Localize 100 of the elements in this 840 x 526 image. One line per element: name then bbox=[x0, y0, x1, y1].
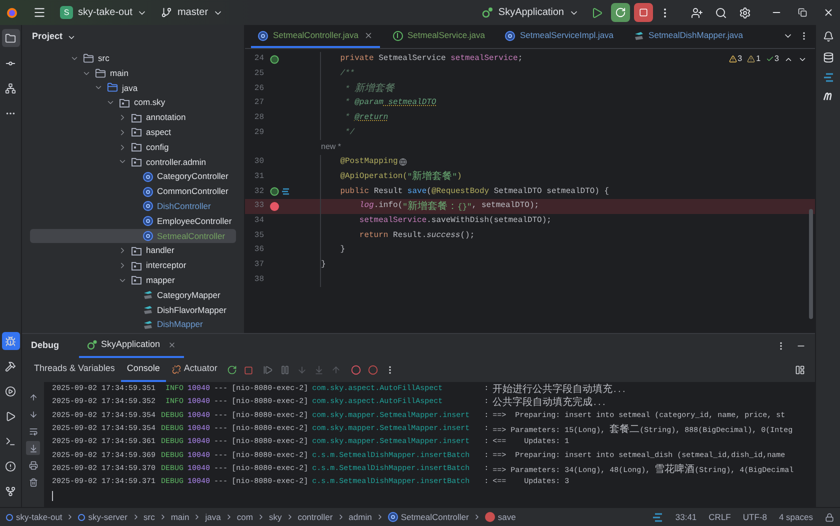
editor-tab[interactable]: SetmealDishMapper.java bbox=[626, 25, 750, 48]
menu-icon[interactable] bbox=[33, 6, 46, 19]
tree-item[interactable]: java bbox=[30, 80, 236, 96]
pause-icon[interactable] bbox=[280, 365, 290, 375]
tree-item[interactable]: DishFlavorMapper bbox=[30, 302, 236, 318]
restore-icon[interactable] bbox=[798, 8, 807, 17]
maven-icon[interactable] bbox=[822, 92, 834, 101]
breadcrumb[interactable]: com bbox=[236, 510, 253, 524]
branch-selector[interactable]: master bbox=[161, 5, 224, 20]
app-logo bbox=[6, 6, 18, 18]
indent-setting[interactable]: 4 spaces bbox=[778, 510, 813, 524]
add-user-icon[interactable] bbox=[691, 6, 703, 18]
stop-button[interactable] bbox=[634, 3, 653, 22]
inlay-hint[interactable]: new * bbox=[321, 141, 342, 154]
tree-item[interactable]: src bbox=[30, 51, 236, 66]
editor-tab[interactable]: SetmealService.java bbox=[386, 25, 492, 48]
rerun-icon[interactable] bbox=[227, 365, 238, 375]
mute-breakpoints-icon[interactable] bbox=[368, 365, 378, 375]
file-encoding[interactable]: UTF-8 bbox=[742, 510, 767, 524]
tree-item[interactable]: CommonController bbox=[30, 184, 236, 199]
endpoints-icon[interactable] bbox=[822, 73, 834, 82]
run-icon bbox=[5, 410, 16, 422]
editor-scrollbar[interactable] bbox=[809, 209, 813, 319]
breadcrumb[interactable]: controller bbox=[298, 510, 333, 524]
tree-item[interactable]: controller.admin bbox=[30, 154, 236, 170]
editor-tab[interactable]: SetmealServiceImpl.java bbox=[498, 25, 621, 48]
breakpoints-icon[interactable] bbox=[351, 365, 362, 375]
endpoints-icon[interactable] bbox=[652, 512, 664, 522]
up-icon bbox=[28, 392, 38, 402]
line-number: 29 bbox=[253, 126, 264, 139]
endpoint-icon[interactable] bbox=[281, 188, 290, 196]
tree-item[interactable]: aspect bbox=[30, 124, 236, 140]
tree-label: CategoryMapper bbox=[157, 288, 220, 302]
class-icon bbox=[143, 216, 153, 226]
settings-icon[interactable] bbox=[739, 6, 751, 18]
code-line: @ApiOperation("新增套餐") bbox=[339, 170, 462, 184]
collapse-icon[interactable] bbox=[118, 142, 127, 152]
globe-icon[interactable] bbox=[398, 158, 407, 166]
tree-item[interactable]: DishController bbox=[30, 198, 236, 214]
breadcrumb[interactable]: sky-server bbox=[78, 510, 128, 524]
layout-icon[interactable] bbox=[795, 365, 805, 375]
print-icon bbox=[28, 460, 38, 470]
resume-icon[interactable] bbox=[263, 365, 274, 375]
lock-icon[interactable] bbox=[825, 512, 834, 522]
breadcrumb[interactable]: sky-take-out bbox=[6, 510, 62, 524]
tree-item[interactable]: interceptor bbox=[30, 258, 236, 273]
breakpoint-icon[interactable] bbox=[270, 202, 279, 211]
tree-item[interactable]: main bbox=[30, 66, 236, 81]
run-icon[interactable] bbox=[591, 6, 603, 18]
bean-icon[interactable] bbox=[270, 54, 279, 64]
tree-item[interactable]: com.sky bbox=[30, 95, 236, 110]
tree-item[interactable]: CategoryMapper bbox=[30, 288, 236, 303]
database-icon[interactable] bbox=[822, 52, 834, 63]
project-selector[interactable]: S sky-take-out bbox=[60, 5, 148, 20]
debug-tab[interactable]: Actuator bbox=[166, 358, 224, 382]
breadcrumb[interactable]: main bbox=[170, 510, 190, 524]
folder-tool-button[interactable] bbox=[2, 29, 20, 47]
stop-icon[interactable] bbox=[244, 366, 254, 374]
class-icon bbox=[258, 30, 268, 40]
tree-item[interactable]: EmployeeController bbox=[30, 214, 236, 229]
collapse-icon[interactable] bbox=[118, 261, 127, 270]
tree-item[interactable]: annotation bbox=[30, 110, 236, 125]
close-tab-icon[interactable] bbox=[364, 31, 373, 40]
debug-tool-button[interactable] bbox=[2, 332, 20, 350]
code-line: log.info("新增套餐：{}", setmealDTO); bbox=[358, 200, 540, 214]
breadcrumb[interactable]: src bbox=[144, 510, 155, 524]
scroll-end-button[interactable] bbox=[26, 441, 40, 455]
run-config-selector[interactable]: SkyApplication bbox=[482, 5, 579, 20]
tree-item[interactable]: DishMapper bbox=[30, 317, 236, 332]
package-icon bbox=[119, 98, 130, 108]
tree-item[interactable]: handler bbox=[30, 243, 236, 258]
collapse-icon[interactable] bbox=[118, 246, 127, 256]
session-tab[interactable]: SkyApplication bbox=[79, 334, 184, 358]
inspection-counter[interactable]: 1 bbox=[747, 53, 761, 65]
rerun-debug-button[interactable] bbox=[611, 3, 630, 22]
tree-label: src bbox=[98, 52, 110, 65]
check-icon bbox=[766, 55, 774, 63]
collapse-icon[interactable] bbox=[118, 113, 127, 122]
bean-icon[interactable] bbox=[270, 187, 279, 196]
branch-icon bbox=[161, 7, 172, 18]
tree-label: mapper bbox=[146, 274, 175, 287]
notifications-icon[interactable] bbox=[822, 31, 834, 42]
close-tab-icon[interactable] bbox=[168, 341, 176, 349]
tree-item[interactable]: mapper bbox=[30, 272, 236, 288]
inspection-counter[interactable]: 3 bbox=[766, 53, 779, 65]
caret-position[interactable]: 33:41 bbox=[675, 510, 697, 524]
close-icon[interactable] bbox=[823, 7, 834, 18]
breadcrumb[interactable]: admin bbox=[348, 510, 372, 524]
editor-tab[interactable]: SetmealController.java bbox=[251, 25, 380, 48]
breadcrumb[interactable]: java bbox=[205, 510, 221, 524]
breadcrumb[interactable]: save bbox=[484, 510, 516, 524]
inspection-counter[interactable]: 3 bbox=[728, 53, 742, 65]
tree-item[interactable]: config bbox=[30, 140, 236, 155]
breadcrumb[interactable]: sky bbox=[268, 510, 282, 524]
line-ending[interactable]: CRLF bbox=[708, 510, 731, 524]
breadcrumb[interactable]: SetmealController bbox=[388, 510, 469, 524]
debug-tab[interactable]: Threads & Variables bbox=[28, 358, 121, 382]
collapse-icon[interactable] bbox=[118, 128, 127, 137]
search-icon[interactable] bbox=[715, 6, 727, 18]
tree-item[interactable]: CategoryController bbox=[30, 169, 236, 184]
